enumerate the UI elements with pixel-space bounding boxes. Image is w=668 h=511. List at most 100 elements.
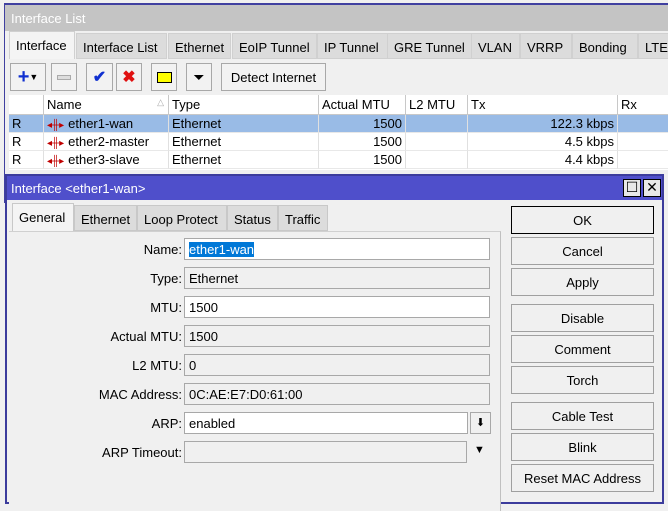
l2-mtu-label: L2 MTU: [132,358,182,373]
actual-mtu-field: 1500 [184,325,490,347]
name-text: ether3-slave [68,152,140,167]
tx-text: 4.4 kbps [564,152,614,167]
mtu-input[interactable]: 1500 [184,296,490,318]
ethernet-port-icon: ◂╫▸ [47,138,65,149]
column-name[interactable]: Name △ [44,95,169,115]
tab-ethernet[interactable]: Ethernet [74,205,137,231]
name-label: Name: [143,242,182,257]
tab-lte[interactable]: LTE [638,33,668,59]
name-value: ether1-wan [189,242,255,257]
window-title: Interface List [5,5,668,31]
actual_mtu-text: 1500 [373,116,402,131]
note-icon [156,71,172,83]
arp-select[interactable]: enabled [184,412,468,434]
x-icon: ✖ [122,69,136,86]
type-field: Ethernet [184,267,490,289]
arrow-down-bar-icon: ⬇ [475,417,486,429]
name-text: ether2-master [68,134,150,149]
cell-tx: 4.5 kbps [468,133,618,151]
tab-gre-tunnel[interactable]: GRE Tunnel [387,33,474,59]
mac-address-label: MAC Address: [98,387,182,402]
mtu-label: MTU: [150,300,182,315]
disable-button[interactable]: Disable [511,304,654,332]
close-icon: ✕ [646,179,658,195]
detect-internet-button[interactable]: Detect Internet [221,63,326,91]
ok-button[interactable]: OK [511,206,654,234]
cell-l2-mtu [406,115,468,133]
tab-ethernet[interactable]: Ethernet [168,33,231,59]
tab-interface-list[interactable]: Interface List [76,33,167,59]
arp-dropdown-button[interactable]: ⬇ [470,412,491,434]
name-input[interactable]: ether1-wan [184,238,490,260]
minus-icon [57,74,71,80]
ethernet-port-icon: ◂╫▸ [47,120,65,131]
cell-type: Ethernet [169,151,319,169]
maximize-icon: ☐ [625,179,639,195]
column-tx[interactable]: Tx [468,95,618,115]
tab-general[interactable]: General [12,203,74,232]
add-button[interactable]: + ▼ [10,63,46,91]
mac-address-field: 0C:AE:E7:D0:61:00 [184,383,490,405]
column-flag[interactable] [9,95,44,115]
cell-name: ◂╫▸ ether2-master [44,133,169,151]
torch-button[interactable]: Torch [511,366,654,394]
cell-name: ◂╫▸ ether1-wan [44,115,169,133]
table-row[interactable]: R ◂╫▸ ether3-slave Ethernet 1500 4.4 kbps [9,151,668,169]
cell-flag: R [9,151,44,169]
funnel-icon: ⏷ [193,68,205,85]
cell-actual-mtu: 1500 [319,151,406,169]
column-l2-mtu[interactable]: L2 MTU [406,95,468,115]
disable-button[interactable]: ✖ [116,63,142,91]
comment-button[interactable] [151,63,177,91]
arp-label: ARP: [151,416,182,431]
tab-eoip-tunnel[interactable]: EoIP Tunnel [232,33,317,59]
column-type[interactable]: Type [169,95,319,115]
cable-test-button[interactable]: Cable Test [511,402,654,430]
tab-loop-protect[interactable]: Loop Protect [137,205,227,231]
comment-button[interactable]: Comment [511,335,654,363]
tx-text: 122.3 kbps [550,116,614,131]
cell-rx [618,151,668,169]
actual-mtu-label: Actual MTU: [110,329,182,344]
interface-dialog: Interface <ether1-wan> ☐ ✕ General Ether… [5,174,664,511]
tab-ip-tunnel[interactable]: IP Tunnel [317,33,388,59]
tab-bonding[interactable]: Bonding [572,33,638,59]
arp-timeout-expand-icon[interactable]: ▼ [474,444,485,456]
cell-rx [618,115,668,133]
column-name-label: Name [47,97,82,112]
sort-asc-icon: △ [157,97,164,107]
close-button[interactable]: ✕ [643,179,661,197]
blink-button[interactable]: Blink [511,433,654,461]
tab-vrrp[interactable]: VRRP [520,33,572,59]
table-row[interactable]: R ◂╫▸ ether2-master Ethernet 1500 4.5 kbps [9,133,668,151]
table-row[interactable]: R ◂╫▸ ether1-wan Ethernet 1500 122.3 kbps [9,115,668,133]
column-actual-mtu[interactable]: Actual MTU [319,95,406,115]
apply-button[interactable]: Apply [511,268,654,296]
reset-mac-address-button[interactable]: Reset MAC Address [511,464,654,492]
tab-status[interactable]: Status [227,205,278,231]
column-rx[interactable]: Rx [618,95,668,115]
filter-button[interactable]: ⏷ [186,63,212,91]
cell-type: Ethernet [169,115,319,133]
tab-traffic[interactable]: Traffic [278,205,328,231]
cell-type: Ethernet [169,133,319,151]
cell-l2-mtu [406,151,468,169]
ethernet-port-icon: ◂╫▸ [47,156,65,167]
cell-flag: R [9,133,44,151]
maximize-button[interactable]: ☐ [623,179,641,197]
dialog-title: Interface <ether1-wan> [7,176,662,200]
type-text: Ethernet [172,116,222,131]
remove-button[interactable] [51,63,77,91]
cell-actual-mtu: 1500 [319,115,406,133]
enable-button[interactable]: ✔ [86,63,113,91]
type-label: Type: [150,271,182,286]
chevron-down-icon: ▼ [29,72,39,82]
tab-interface[interactable]: Interface [9,31,75,59]
actual_mtu-text: 1500 [373,152,402,167]
flag-text: R [12,134,22,149]
name-text: ether1-wan [68,116,134,131]
tab-vlan[interactable]: VLAN [471,33,520,59]
l2-mtu-field: 0 [184,354,490,376]
cancel-button[interactable]: Cancel [511,237,654,265]
arp-timeout-input[interactable] [184,441,467,463]
